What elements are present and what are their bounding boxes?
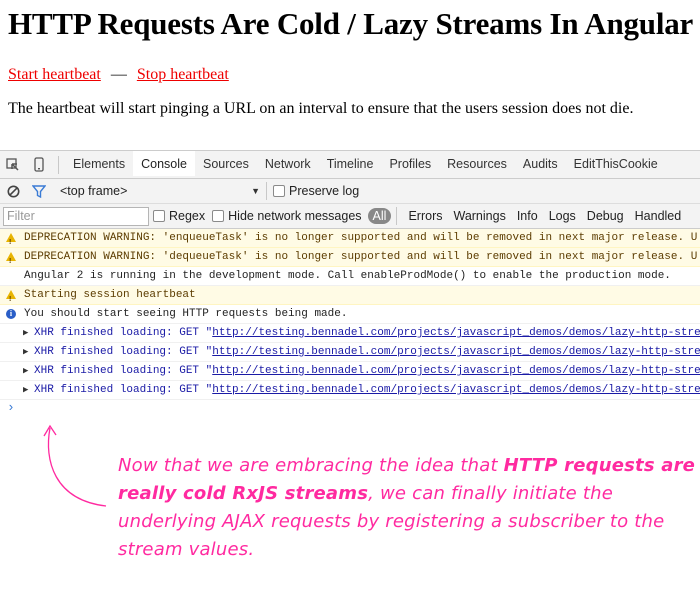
xhr-url-link[interactable]: http://testing.bennadel.com/projects/jav… — [212, 346, 700, 358]
devtools-tabs: Elements Console Sources Network Timeline Pro… — [65, 151, 666, 178]
log-row-warning: Starting session heartbeat — [0, 286, 700, 305]
devtools-tab-bar: Elements Console Sources Network Timeline Pro… — [0, 150, 700, 179]
tab-audits[interactable]: Audits — [515, 151, 566, 178]
log-row: Angular 2 is running in the development … — [0, 267, 700, 286]
log-message: You should start seeing HTTP requests be… — [24, 308, 348, 320]
xhr-url-link[interactable]: http://testing.bennadel.com/projects/jav… — [212, 384, 700, 396]
expand-triangle-icon[interactable]: ▶ — [23, 324, 28, 342]
log-row-xhr[interactable]: ▶ XHR finished loading: GET "http://test… — [0, 362, 700, 381]
tab-profiles[interactable]: Profiles — [381, 151, 439, 178]
xhr-prefix: XHR finished loading: GET " — [34, 327, 213, 339]
page-description: The heartbeat will start pinging a URL o… — [8, 100, 634, 117]
tab-network[interactable]: Network — [257, 151, 319, 178]
log-message: DEPRECATION WARNING: 'enqueueTask' is no… — [24, 232, 698, 244]
xhr-prefix: XHR finished loading: GET " — [34, 365, 213, 377]
log-message: Angular 2 is running in the development … — [24, 270, 671, 282]
log-row-warning: DEPRECATION WARNING: 'dequeueTask' is no… — [0, 248, 700, 267]
toolbar-divider — [396, 207, 398, 225]
frame-select-value: <top frame> — [60, 184, 128, 198]
annotation-note: Now that we are embracing the idea that … — [118, 452, 698, 564]
log-row-xhr[interactable]: ▶ XHR finished loading: GET "http://test… — [0, 381, 700, 400]
level-errors-button[interactable]: Errors — [408, 209, 442, 223]
preserve-log-checkbox[interactable] — [273, 185, 285, 197]
filter-input[interactable]: Filter — [3, 206, 149, 226]
level-warnings-button[interactable]: Warnings — [453, 209, 505, 223]
tab-console[interactable]: Console — [133, 151, 195, 178]
inspect-element-icon[interactable] — [0, 151, 26, 178]
preserve-log-label: Preserve log — [289, 184, 360, 198]
tab-elements[interactable]: Elements — [65, 151, 133, 178]
heartbeat-links: Start heartbeat — Stop heartbeat — [8, 66, 229, 84]
tab-editthiscookie[interactable]: EditThisCookie — [566, 151, 666, 178]
tab-timeline[interactable]: Timeline — [319, 151, 382, 178]
device-mode-icon[interactable] — [26, 151, 52, 178]
xhr-url-link[interactable]: http://testing.bennadel.com/projects/jav… — [212, 327, 700, 339]
console-filter-bar: Filter Regex Hide network messages All E… — [0, 204, 700, 229]
level-info-button[interactable]: Info — [517, 209, 538, 223]
xhr-prefix: XHR finished loading: GET " — [34, 346, 213, 358]
console-prompt[interactable]: › — [0, 400, 700, 418]
log-row-xhr[interactable]: ▶ XHR finished loading: GET "http://test… — [0, 324, 700, 343]
stop-heartbeat-link[interactable]: Stop heartbeat — [137, 66, 229, 83]
annotation-arrow — [43, 424, 107, 507]
tab-resources[interactable]: Resources — [439, 151, 515, 178]
warning-icon — [6, 252, 16, 266]
expand-triangle-icon[interactable]: ▶ — [23, 381, 28, 399]
log-message: DEPRECATION WARNING: 'dequeueTask' is no… — [24, 251, 698, 263]
page-title: HTTP Requests Are Cold / Lazy Streams In… — [8, 6, 694, 41]
toolbar-divider — [266, 182, 267, 200]
xhr-prefix: XHR finished loading: GET " — [34, 384, 213, 396]
toolbar-divider — [58, 155, 59, 174]
link-separator: — — [110, 66, 127, 83]
tab-sources[interactable]: Sources — [195, 151, 257, 178]
annotation-text-1: Now that we are embracing the idea that — [118, 455, 504, 476]
clear-console-icon[interactable] — [0, 179, 26, 203]
console-context-bar: <top frame> ▼ Preserve log — [0, 179, 700, 204]
info-icon: i — [6, 309, 16, 319]
level-debug-button[interactable]: Debug — [587, 209, 624, 223]
regex-label: Regex — [169, 209, 206, 223]
log-message: Starting session heartbeat — [24, 289, 196, 301]
log-row-xhr[interactable]: ▶ XHR finished loading: GET "http://test… — [0, 343, 700, 362]
filter-icon[interactable] — [26, 179, 52, 203]
expand-triangle-icon[interactable]: ▶ — [23, 362, 28, 380]
warning-icon — [6, 233, 16, 247]
log-row-warning: DEPRECATION WARNING: 'enqueueTask' is no… — [0, 229, 700, 248]
expand-triangle-icon[interactable]: ▶ — [23, 343, 28, 361]
hide-network-label: Hide network messages — [228, 209, 362, 223]
console-log: DEPRECATION WARNING: 'enqueueTask' is no… — [0, 229, 700, 418]
hide-network-checkbox[interactable] — [212, 210, 225, 222]
warning-icon — [6, 290, 16, 304]
level-handled-button[interactable]: Handled — [635, 209, 682, 223]
level-logs-button[interactable]: Logs — [549, 209, 576, 223]
log-row-info: i You should start seeing HTTP requests … — [0, 305, 700, 324]
xhr-url-link[interactable]: http://testing.bennadel.com/projects/jav… — [212, 365, 700, 377]
level-all-button[interactable]: All — [367, 208, 392, 224]
chevron-down-icon: ▼ — [251, 186, 260, 196]
regex-checkbox[interactable] — [153, 210, 165, 222]
frame-select[interactable]: <top frame> ▼ — [60, 184, 260, 198]
start-heartbeat-link[interactable]: Start heartbeat — [8, 66, 101, 83]
